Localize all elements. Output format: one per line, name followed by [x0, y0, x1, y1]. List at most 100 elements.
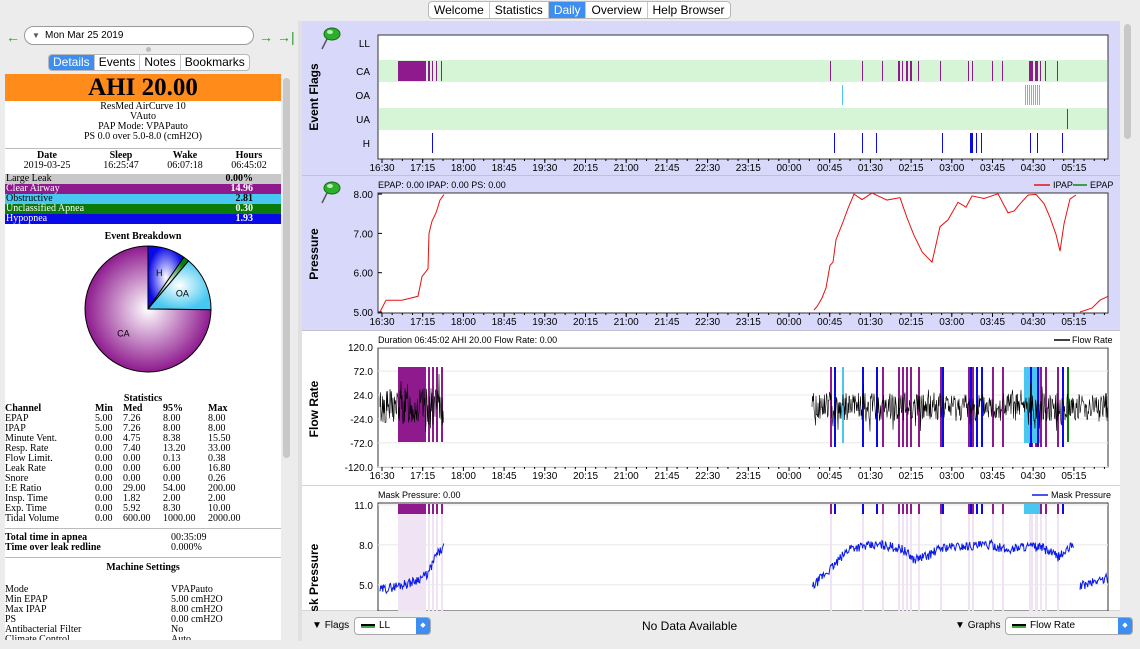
pie-label: H	[156, 268, 163, 278]
details-panel: AHI 20.00 ResMed AirCurve 10 VAuto PAP M…	[5, 74, 281, 640]
x-tick-label: 03:45	[980, 317, 1005, 328]
flag-mark	[830, 61, 831, 81]
statistics-title: Statistics	[123, 393, 163, 404]
tab-help-browser[interactable]: Help Browser	[648, 2, 730, 18]
splitter-grip[interactable]	[146, 47, 151, 52]
flag-mark	[876, 133, 877, 153]
stats-row: Leak Rate 0.00 0.00 6.00 16.80	[5, 464, 281, 474]
details-scrollbar[interactable]	[283, 78, 290, 458]
graphs-scrollbar[interactable]	[1124, 24, 1131, 139]
y-tick-label: 72.0	[354, 367, 374, 378]
flag-row-label: H	[363, 139, 370, 150]
flag-mark	[972, 61, 973, 81]
flag-row-label: CA	[356, 67, 370, 78]
last-day-icon[interactable]: →|	[277, 30, 295, 44]
mask-event-mark	[428, 504, 430, 514]
mask-event-band	[902, 504, 904, 611]
stats-cell: 2000.00	[208, 513, 241, 524]
x-tick-label: 04:30	[1021, 471, 1046, 482]
mask-event-band	[882, 504, 884, 611]
line-swatch-icon	[1012, 624, 1026, 628]
mask-event-band	[898, 504, 900, 611]
x-tick-label: 23:15	[736, 471, 761, 482]
x-tick-label: 05:15	[1061, 471, 1086, 482]
tab-statistics[interactable]: Statistics	[490, 2, 549, 18]
mask-event-mark	[1024, 504, 1040, 514]
tab-daily[interactable]: Daily	[548, 2, 587, 18]
mask-event-band	[1045, 504, 1047, 611]
flag-mark	[432, 61, 433, 81]
x-tick-label: 05:15	[1061, 163, 1086, 174]
tab-details[interactable]: Details	[49, 55, 95, 70]
y-tick-label: -24.0	[350, 415, 373, 426]
x-tick-label: 22:30	[695, 317, 720, 328]
pie-label: CA	[117, 328, 130, 338]
flag-row-label: OA	[356, 91, 371, 102]
mask-event-band	[830, 504, 832, 611]
y-tick-label: 8.00	[354, 190, 374, 201]
mask-event-mark	[968, 504, 970, 514]
flags-label: Flags	[324, 620, 350, 631]
x-tick-label: 16:30	[369, 163, 394, 174]
stats-cell: 600.00	[123, 513, 151, 524]
setting-row: Max IPAP 8.00 cmH2O	[5, 605, 281, 615]
x-tick-label: 18:00	[451, 471, 476, 482]
mask-event-mark	[1045, 504, 1047, 514]
x-tick-label: 16:30	[369, 471, 394, 482]
x-tick-label: 00:00	[776, 317, 801, 328]
mask-event-band	[428, 504, 430, 611]
mask-event-mark	[862, 504, 864, 514]
flags-toggle[interactable]: ▼ Flags	[312, 619, 349, 633]
apnea-summary: Total time in apnea 00:35:09 Time over le…	[5, 533, 281, 553]
graphs-select[interactable]: Flow Rate ◆	[1005, 617, 1133, 635]
session-value: 06:07:18	[167, 159, 203, 171]
flag-mark	[882, 61, 883, 81]
x-tick-label: 19:30	[532, 471, 557, 482]
session-value: 2019-03-25	[23, 159, 71, 171]
tab-events[interactable]: Events	[95, 55, 141, 70]
pressure-plot	[377, 192, 1109, 314]
flag-stripe	[1034, 85, 1035, 105]
flags-select-value: LL	[379, 620, 391, 631]
flag-mark	[976, 133, 977, 153]
tab-overview[interactable]: Overview	[586, 2, 648, 18]
flag-mark	[436, 61, 437, 81]
mask-event-mark	[898, 504, 900, 514]
x-tick-label: 20:15	[573, 471, 598, 482]
x-tick-label: 03:45	[980, 471, 1005, 482]
flag-stripe	[1024, 85, 1025, 105]
stats-header-row: Channel Min Med 95% Max	[5, 404, 281, 414]
mask-event-mark	[918, 504, 920, 514]
graphs-svg: LL CA OA UA H 16:30 17:15 18:00 18:45 19:30 20:15 2…	[302, 21, 1120, 628]
flow-event-band	[1037, 367, 1039, 447]
mask-event-mark	[940, 504, 942, 514]
session-value: 16:25:47	[103, 159, 139, 171]
back-arrow-icon[interactable]: ←	[6, 30, 20, 44]
x-tick-label: 19:30	[532, 163, 557, 174]
event-flags-label: Event Flags	[307, 63, 321, 131]
date-picker[interactable]: ▼ Mon Mar 25 2019	[24, 26, 254, 45]
flag-stripe	[1036, 85, 1037, 105]
flag-stripe	[1038, 85, 1039, 105]
x-tick-label: 20:15	[573, 163, 598, 174]
mask-event-mark	[906, 504, 908, 514]
y-tick-label: 6.00	[354, 269, 374, 280]
tab-notes[interactable]: Notes	[140, 55, 181, 70]
flag-mark	[1037, 133, 1038, 153]
flag-mark	[1067, 109, 1068, 129]
flag-mark	[1045, 61, 1046, 81]
chevron-down-icon[interactable]: ▼	[32, 27, 40, 44]
x-tick-label: 18:45	[492, 317, 517, 328]
mask-event-band	[441, 504, 443, 611]
tab-bookmarks[interactable]: Bookmarks	[181, 55, 249, 70]
main-tabs: Welcome Statistics Daily Overview Help B…	[428, 1, 731, 19]
x-tick-label: 05:15	[1061, 317, 1086, 328]
mask-event-mark	[882, 504, 884, 514]
flags-select[interactable]: LL ◆	[354, 617, 431, 635]
session-table: Date Sleep Wake Hours 2019-03-25 16:25:4…	[5, 151, 281, 170]
select-arrows-icon: ◆	[1118, 618, 1132, 634]
graphs-toggle[interactable]: ▼ Graphs	[955, 619, 1000, 633]
mask-event-mark	[1062, 504, 1064, 514]
tab-welcome[interactable]: Welcome	[429, 2, 490, 18]
forward-arrow-icon[interactable]: →	[259, 30, 273, 44]
